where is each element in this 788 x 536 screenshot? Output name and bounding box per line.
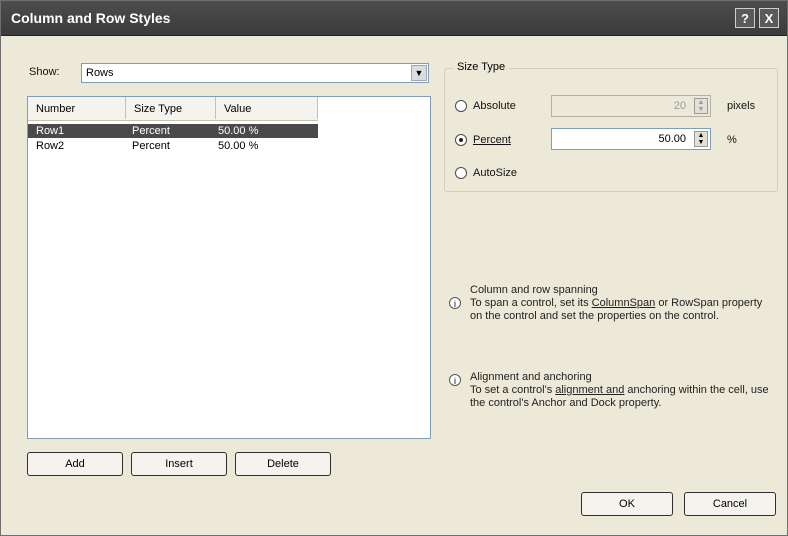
- percent-value: 50.00: [658, 133, 686, 145]
- percent-label[interactable]: Percent: [473, 134, 511, 146]
- spinner-arrows-icon[interactable]: ▲ ▼: [694, 131, 708, 147]
- show-value: Rows: [86, 67, 114, 79]
- help-alignment-title: Alignment and anchoring: [470, 371, 592, 383]
- percent-value-spinner[interactable]: 50.00 ▲ ▼: [551, 128, 711, 150]
- chevron-down-icon[interactable]: ▼: [411, 65, 427, 81]
- row-number: Row1: [36, 125, 65, 137]
- title-bar: Column and Row Styles ? X: [1, 1, 787, 36]
- percent-radio[interactable]: [455, 134, 467, 146]
- header-number[interactable]: Number: [28, 97, 126, 119]
- row-size-type: Percent: [132, 140, 170, 152]
- absolute-unit: pixels: [727, 100, 756, 112]
- percent-unit: %: [727, 134, 737, 146]
- header-value[interactable]: Value: [216, 97, 318, 119]
- column-row-styles-dialog: Column and Row Styles ? X Show: Rows ▼ N…: [0, 0, 788, 536]
- table-row[interactable]: Row1 Percent 50.00 %: [28, 124, 318, 138]
- help-spanning-link[interactable]: ColumnSpan: [592, 297, 656, 309]
- autosize-label[interactable]: AutoSize: [473, 167, 517, 179]
- table-row[interactable]: Row2 Percent 50.00 %: [28, 139, 318, 153]
- help-alignment-text: To set a control's: [470, 384, 556, 396]
- absolute-value: 20: [673, 100, 686, 112]
- help-alignment-link[interactable]: alignment and: [555, 384, 624, 396]
- cancel-button[interactable]: Cancel: [684, 492, 776, 516]
- list-header: Number Size Type Value: [28, 97, 318, 121]
- show-label: Show:: [29, 66, 60, 78]
- help-spanning-text: To span a control, set its: [470, 297, 592, 309]
- help-spanning: Column and row spanning To span a contro…: [470, 284, 770, 323]
- header-size-type[interactable]: Size Type: [126, 97, 216, 119]
- spinner-arrows-icon[interactable]: ▲ ▼: [694, 98, 708, 114]
- absolute-value-spinner[interactable]: 20 ▲ ▼: [551, 95, 711, 117]
- add-button[interactable]: Add: [27, 452, 123, 476]
- delete-button[interactable]: Delete: [235, 452, 331, 476]
- absolute-radio[interactable]: [455, 100, 467, 112]
- row-value: 50.00 %: [218, 125, 259, 137]
- info-icon: i: [449, 297, 461, 309]
- help-button[interactable]: ?: [735, 8, 755, 28]
- help-alignment: Alignment and anchoring To set a control…: [470, 371, 770, 410]
- row-value: 50.00 %: [218, 140, 259, 152]
- close-button[interactable]: X: [759, 8, 779, 28]
- show-combobox[interactable]: Rows ▼: [81, 63, 429, 83]
- styles-list[interactable]: Number Size Type Value Row1 Percent 50.0…: [27, 96, 431, 439]
- row-size-type: Percent: [132, 125, 170, 137]
- info-icon: i: [449, 374, 461, 386]
- insert-button[interactable]: Insert: [131, 452, 227, 476]
- absolute-label[interactable]: Absolute: [473, 100, 516, 112]
- help-spanning-title: Column and row spanning: [470, 284, 598, 296]
- window-title: Column and Row Styles: [11, 10, 171, 26]
- row-number: Row2: [36, 140, 65, 152]
- ok-button[interactable]: OK: [581, 492, 673, 516]
- size-type-group-label: Size Type: [453, 61, 510, 73]
- autosize-radio[interactable]: [455, 167, 467, 179]
